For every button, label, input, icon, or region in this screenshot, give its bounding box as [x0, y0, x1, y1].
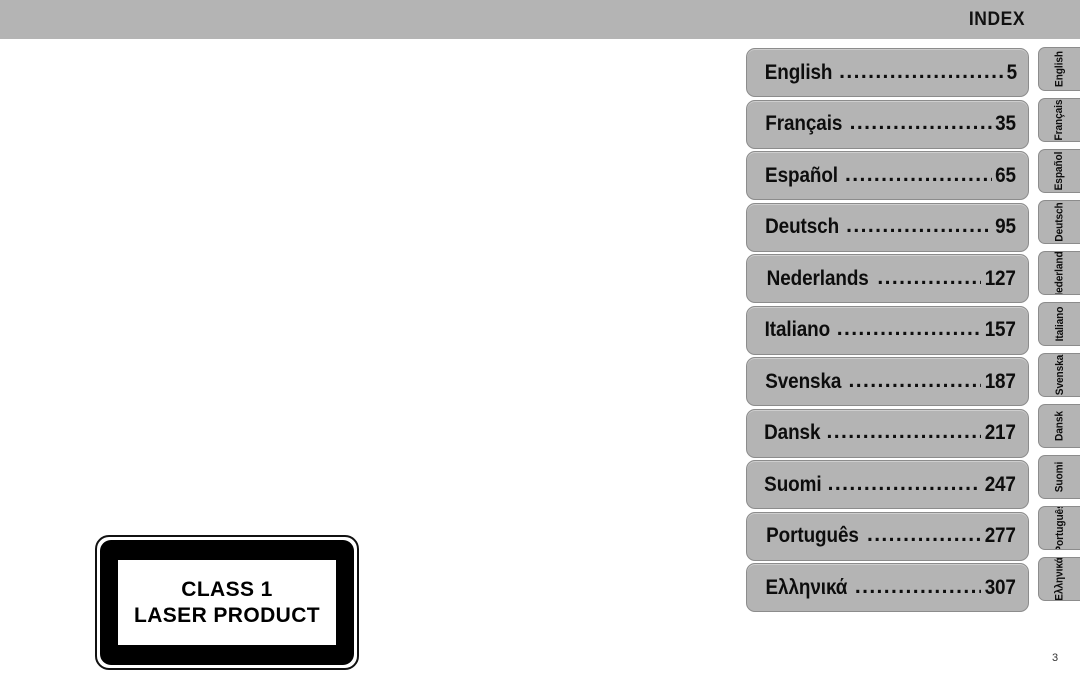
language-edge-tab-label: Português — [1053, 506, 1066, 550]
index-row-content: Français................................… — [747, 111, 1028, 136]
index-language-label: Italiano — [764, 318, 831, 341]
index-language-label: Português — [766, 524, 859, 547]
language-edge-tab[interactable]: Deutsch — [1038, 200, 1080, 244]
index-language-label: English — [764, 60, 833, 84]
dot-leader: ........................................… — [839, 59, 1004, 83]
index-page-number: 217 — [984, 421, 1016, 444]
language-tab-rail: English Français Español Deutsch Nederlands I… — [1038, 47, 1080, 608]
index-language-label: Ελληνικά — [765, 575, 848, 599]
page-title: INDEX — [968, 9, 1025, 30]
index-page-number: 187 — [984, 369, 1016, 393]
dot-leader: ........................................… — [844, 162, 992, 186]
language-edge-tab-label: Dansk — [1053, 411, 1066, 441]
index-row[interactable]: Nederlands..............................… — [746, 254, 1029, 303]
dot-leader: ........................................… — [827, 471, 981, 495]
index-language-label: Español — [765, 163, 838, 187]
index-list: English.................................… — [746, 48, 1029, 615]
index-page-number: 127 — [984, 266, 1016, 290]
dot-leader: ........................................… — [826, 420, 981, 443]
language-edge-tab[interactable]: Português — [1038, 506, 1080, 550]
index-row[interactable]: Español.................................… — [746, 151, 1029, 200]
dot-leader: ........................................… — [866, 523, 981, 546]
language-edge-tab[interactable]: Français — [1038, 98, 1080, 142]
laser-label-line-2: LASER PRODUCT — [133, 603, 321, 627]
dot-leader: ........................................… — [846, 214, 992, 237]
index-row[interactable]: Português...............................… — [746, 511, 1029, 561]
class-1-laser-product-label: CLASS 1 LASER PRODUCT — [95, 535, 359, 670]
index-row[interactable]: Suomi...................................… — [746, 460, 1029, 509]
index-row[interactable]: Dansk...................................… — [746, 408, 1029, 458]
index-row[interactable]: Ελληνικά................................… — [746, 563, 1029, 612]
index-row-content: Português...............................… — [747, 523, 1028, 548]
page-number: 3 — [1051, 652, 1059, 664]
index-language-label: Français — [765, 112, 843, 135]
index-page-number: 307 — [984, 575, 1016, 599]
index-row-content: Svenska.................................… — [747, 368, 1028, 394]
index-row-content: Dansk...................................… — [747, 420, 1028, 445]
language-edge-tab-label: Suomi — [1053, 461, 1066, 493]
index-row[interactable]: English.................................… — [746, 48, 1029, 97]
language-edge-tab-label: Nederlands — [1053, 251, 1066, 295]
dot-leader: ........................................… — [849, 111, 993, 134]
dot-leader: ........................................… — [836, 317, 981, 340]
language-edge-tab-label: Français — [1053, 99, 1066, 141]
index-page-number: 35 — [995, 112, 1016, 135]
language-edge-tab-label: Italiano — [1053, 306, 1066, 342]
laser-label-inner: CLASS 1 LASER PRODUCT — [118, 560, 336, 645]
index-row-content: Ελληνικά................................… — [747, 574, 1028, 600]
index-row[interactable]: Deutsch.................................… — [746, 202, 1029, 252]
index-row[interactable]: Svenska.................................… — [746, 357, 1029, 406]
language-edge-tab[interactable]: Ελληνικά — [1038, 557, 1080, 601]
index-row-content: Español.................................… — [747, 162, 1028, 188]
language-edge-tab-label: Ελληνικά — [1053, 557, 1066, 601]
language-edge-tab[interactable]: Dansk — [1038, 404, 1080, 448]
index-page-number: 157 — [984, 318, 1016, 341]
index-language-label: Suomi — [764, 472, 822, 496]
index-row[interactable]: Français................................… — [746, 99, 1029, 149]
language-edge-tab[interactable]: Suomi — [1038, 455, 1080, 499]
index-language-label: Deutsch — [765, 215, 840, 238]
index-language-label: Svenska — [765, 369, 842, 393]
language-edge-tab-label: English — [1053, 51, 1066, 87]
index-page-number: 65 — [995, 163, 1016, 187]
index-language-label: Nederlands — [766, 266, 869, 290]
index-page-number: 277 — [984, 524, 1016, 547]
dot-leader: ........................................… — [877, 265, 980, 289]
index-row-content: Suomi...................................… — [747, 471, 1028, 497]
index-page-number: 247 — [984, 472, 1016, 496]
dot-leader: ........................................… — [848, 368, 981, 392]
laser-label-frame: CLASS 1 LASER PRODUCT — [100, 540, 354, 665]
laser-label-line-1: CLASS 1 — [181, 577, 273, 601]
index-row-content: English.................................… — [747, 59, 1028, 85]
language-edge-tab-label: Svenska — [1053, 354, 1066, 396]
language-edge-tab[interactable]: Nederlands — [1038, 251, 1080, 295]
index-language-label: Dansk — [764, 421, 821, 444]
dot-leader: ........................................… — [854, 574, 981, 598]
header-bar: INDEX — [0, 0, 1080, 39]
index-row-content: Italiano................................… — [747, 317, 1028, 342]
index-row[interactable]: Italiano................................… — [746, 305, 1029, 355]
index-page-number: 95 — [995, 215, 1016, 238]
language-edge-tab[interactable]: Español — [1038, 149, 1080, 193]
language-edge-tab[interactable]: Italiano — [1038, 302, 1080, 346]
language-edge-tab-label: Español — [1053, 151, 1066, 191]
language-edge-tab-label: Deutsch — [1053, 202, 1066, 242]
index-row-content: Nederlands..............................… — [747, 265, 1028, 291]
language-edge-tab[interactable]: English — [1038, 47, 1080, 91]
index-page-number: 5 — [1006, 60, 1017, 84]
language-edge-tab[interactable]: Svenska — [1038, 353, 1080, 397]
index-row-content: Deutsch.................................… — [747, 214, 1028, 239]
